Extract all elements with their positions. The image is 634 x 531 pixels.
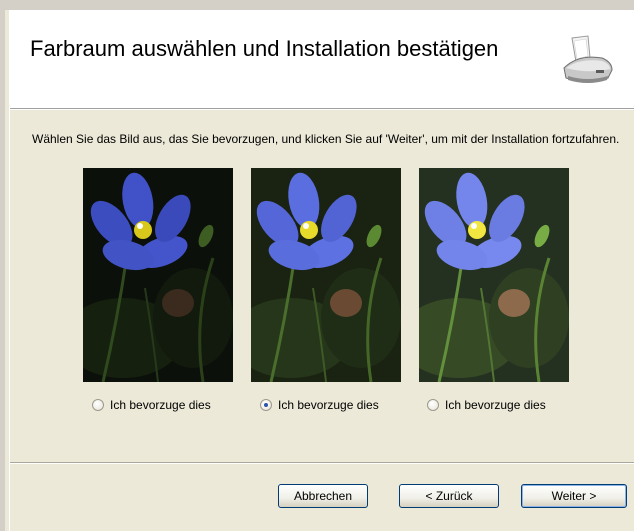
instruction-text: Wählen Sie das Bild aus, das Sie bevorzu… bbox=[32, 132, 620, 146]
flower-photo-medium[interactable] bbox=[251, 168, 401, 382]
option-1-label[interactable]: Ich bevorzuge dies bbox=[110, 398, 211, 412]
option-1[interactable]: Ich bevorzuge dies bbox=[92, 397, 211, 413]
option-3-label[interactable]: Ich bevorzuge dies bbox=[445, 398, 546, 412]
window-frame-top bbox=[0, 0, 634, 10]
option-3[interactable]: Ich bevorzuge dies bbox=[427, 397, 546, 413]
scanner-icon bbox=[563, 35, 613, 83]
header-divider bbox=[10, 109, 634, 110]
window-frame-left bbox=[0, 0, 5, 531]
next-button[interactable]: Weiter > bbox=[521, 484, 627, 508]
installer-dialog: Farbraum auswählen und Installation best… bbox=[9, 10, 634, 531]
back-button[interactable]: < Zurück bbox=[399, 484, 499, 508]
option-3-radio[interactable] bbox=[427, 399, 439, 411]
header-banner: Farbraum auswählen und Installation best… bbox=[10, 10, 634, 109]
option-2[interactable]: Ich bevorzuge dies bbox=[260, 397, 379, 413]
flower-photo-dark[interactable] bbox=[83, 168, 233, 382]
option-2-label[interactable]: Ich bevorzuge dies bbox=[278, 398, 379, 412]
option-1-radio[interactable] bbox=[92, 399, 104, 411]
option-2-radio[interactable] bbox=[260, 399, 272, 411]
cancel-button[interactable]: Abbrechen bbox=[278, 484, 368, 508]
page-title: Farbraum auswählen und Installation best… bbox=[30, 36, 499, 61]
flower-photo-bright[interactable] bbox=[419, 168, 569, 382]
footer-separator bbox=[10, 462, 634, 464]
